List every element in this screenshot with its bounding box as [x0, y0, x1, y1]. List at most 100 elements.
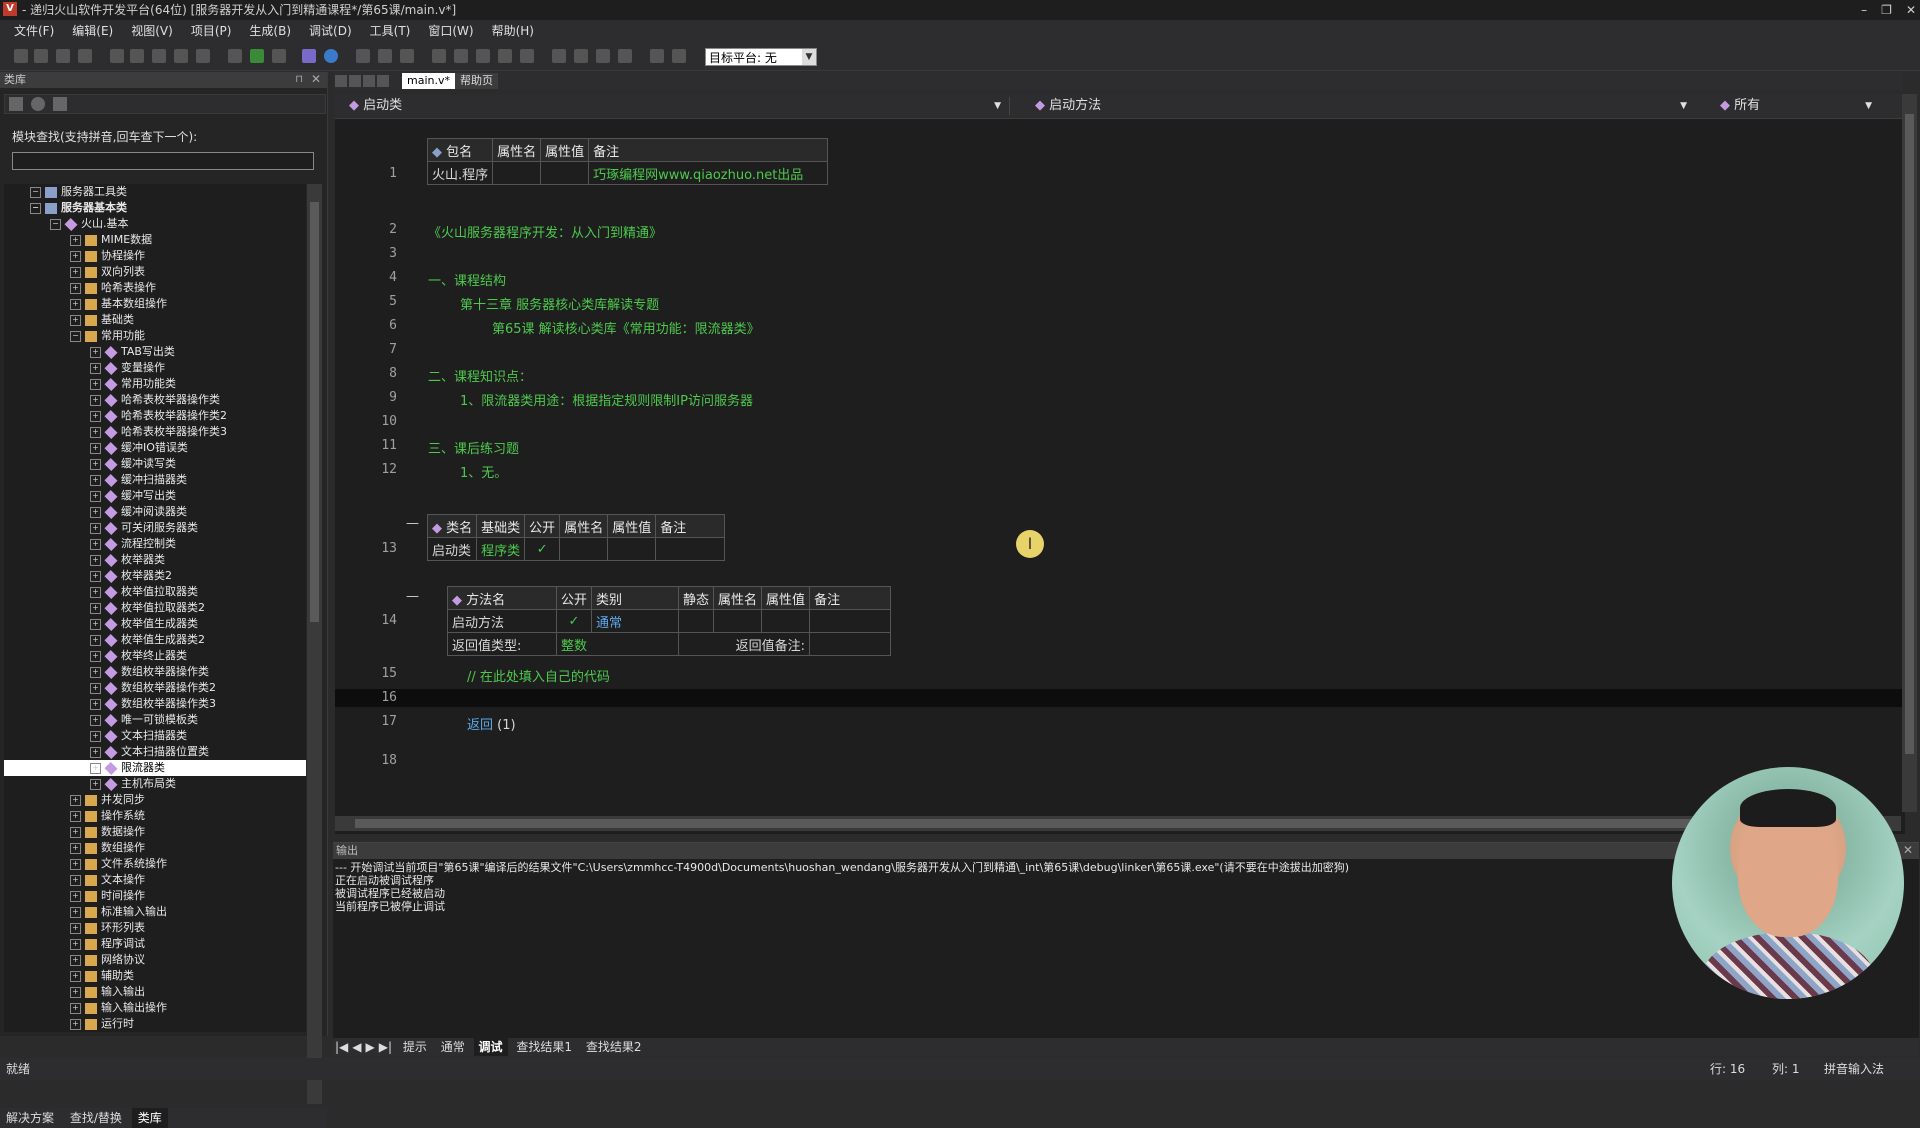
tree-expand-icon[interactable]: + [70, 234, 81, 246]
tree-item[interactable]: + 缓冲写出类 [90, 488, 176, 504]
library-view-icon[interactable] [9, 97, 23, 111]
code-line-12[interactable]: 1、无。 [460, 462, 507, 481]
tree-scrollbar[interactable] [307, 184, 322, 1104]
build-icon[interactable] [552, 49, 566, 63]
editor-hscroll-thumb[interactable] [355, 819, 1875, 828]
tab-help-page[interactable]: 帮助页 [455, 73, 498, 89]
static-cell[interactable] [678, 609, 715, 633]
tree-item[interactable]: + 双向列表 [70, 264, 145, 280]
tree-item[interactable]: + 基础类 [70, 312, 134, 328]
tree-item[interactable]: + TAB写出类 [90, 344, 175, 360]
tree-expand-icon[interactable]: + [70, 826, 81, 838]
tree-expand-icon[interactable]: + [90, 474, 101, 486]
method-selector[interactable]: ◆ 启动方法 ▼ [1035, 97, 1695, 115]
code-line-5[interactable]: 第十三章 服务器核心类库解读专题 [460, 294, 659, 313]
tree-item[interactable]: + 枚举器类 [90, 552, 165, 568]
tree-item[interactable]: + 主机布局类 [90, 776, 176, 792]
copy-icon[interactable] [130, 49, 144, 63]
tree-item[interactable]: + 运行时 [70, 1016, 134, 1032]
public-check[interactable]: ✓ [524, 537, 561, 561]
tree-expand-icon[interactable]: − [70, 330, 81, 342]
undo-icon[interactable] [174, 49, 188, 63]
close-icon[interactable]: ✕ [1906, 0, 1916, 20]
tree-expand-icon[interactable]: + [70, 890, 81, 902]
menu-debug[interactable]: 调试(D) [300, 20, 361, 42]
tree-item[interactable]: + 网络协议 [70, 952, 145, 968]
pin-icon[interactable]: ⊓ [295, 74, 303, 85]
tree-expand-icon[interactable]: + [70, 874, 81, 886]
editor-vscrollbar[interactable] [1902, 94, 1917, 812]
tree-item[interactable]: + 变量操作 [90, 360, 165, 376]
tree-expand-icon[interactable]: + [90, 698, 101, 710]
tab-debug[interactable]: 调试 [473, 1038, 508, 1056]
tree-expand-icon[interactable]: + [90, 746, 101, 758]
code-line-11[interactable]: 三、课后练习题 [428, 438, 519, 457]
tab-close-icon[interactable] [377, 75, 389, 87]
tree-expand-icon[interactable]: + [70, 314, 81, 326]
deploy-icon[interactable] [596, 49, 610, 63]
tree-expand-icon[interactable]: + [90, 762, 101, 774]
tree-expand-icon[interactable]: + [90, 378, 101, 390]
tree-item[interactable]: + 唯一可锁模板类 [90, 712, 198, 728]
chevron-down-icon[interactable]: ▼ [802, 49, 816, 65]
tool-icon[interactable] [454, 49, 468, 63]
paste-icon[interactable] [152, 49, 166, 63]
tree-expand-icon[interactable]: + [90, 506, 101, 518]
tree-item[interactable]: + MIME数据 [70, 232, 152, 248]
note-cell[interactable]: 巧琢编程网www.qiaozhuo.net出品 [588, 161, 829, 185]
tree-expand-icon[interactable]: + [70, 1018, 81, 1030]
tree-item[interactable]: + 枚举器类2 [90, 568, 172, 584]
tree-expand-icon[interactable]: + [90, 346, 101, 358]
back-icon[interactable] [272, 49, 286, 63]
tree-item[interactable]: + 数组操作 [70, 840, 145, 856]
tree-expand-icon[interactable]: + [90, 458, 101, 470]
tab-prev-icon[interactable] [335, 75, 347, 87]
tree-item[interactable]: + 数组枚举器操作类3 [90, 696, 216, 712]
chevron-down-icon[interactable]: ▼ [1865, 97, 1872, 115]
chevron-down-icon[interactable]: ▼ [994, 97, 1001, 115]
tree-expand-icon[interactable]: + [90, 554, 101, 566]
tree-expand-icon[interactable]: + [90, 442, 101, 454]
tree-item[interactable]: + 操作系统 [70, 808, 145, 824]
code-line-15[interactable]: // 在此处填入自己的代码 [467, 666, 610, 685]
tree-item[interactable]: − 火山.基本 [50, 216, 129, 232]
code-line-6[interactable]: 第65课 解读核心类库《常用功能：限流器类》 [492, 318, 760, 337]
link-icon[interactable] [53, 97, 67, 111]
attr-name-cell[interactable] [492, 161, 542, 185]
tree-expand-icon[interactable]: + [90, 490, 101, 502]
tree-item[interactable]: + 流程控制类 [90, 536, 176, 552]
package-name-cell[interactable]: 火山.程序 [426, 161, 494, 185]
class-selector[interactable]: ◆ 启动类 ▼ [349, 97, 1010, 115]
tool2-icon[interactable] [476, 49, 490, 63]
tree-expand-icon[interactable]: + [90, 362, 101, 374]
tab-hints[interactable]: 提示 [398, 1038, 432, 1056]
tree-expand-icon[interactable]: + [90, 778, 101, 790]
attr-name-cell[interactable] [713, 609, 763, 633]
tree-item[interactable]: + 哈希表枚举器操作类3 [90, 424, 227, 440]
tab-main-v[interactable]: main.v* [402, 73, 455, 89]
output-nav-last-icon[interactable]: ▶| [377, 1038, 394, 1056]
tree-expand-icon[interactable]: + [90, 618, 101, 630]
help-icon[interactable] [324, 49, 338, 63]
tree-expand-icon[interactable]: + [70, 810, 81, 822]
minimize-icon[interactable]: – [1861, 0, 1867, 20]
tree-item[interactable]: + 常用功能类 [90, 376, 176, 392]
code-line-17[interactable]: 返回 (1) [467, 714, 516, 733]
code-line-4[interactable]: 一、课程结构 [428, 270, 506, 289]
code-line-2[interactable]: 《火山服务器程序开发：从入门到精通》 [428, 222, 662, 241]
tree-expand-icon[interactable]: + [90, 394, 101, 406]
tree-item[interactable]: + 缓冲扫描器类 [90, 472, 187, 488]
menu-view[interactable]: 视图(V) [122, 20, 182, 42]
tree-expand-icon[interactable]: + [90, 538, 101, 550]
tree-item[interactable]: + 数据操作 [70, 824, 145, 840]
window-icon[interactable] [650, 49, 664, 63]
target-platform-select[interactable]: 目标平台: 无 ▼ [705, 48, 817, 66]
cut-icon[interactable] [110, 49, 124, 63]
tree-item[interactable]: + 输入输出 [70, 984, 145, 1000]
tree-item[interactable]: + 文本扫描器位置类 [90, 744, 209, 760]
tree-expand-icon[interactable]: + [90, 682, 101, 694]
save-icon[interactable] [56, 49, 70, 63]
public-check[interactable]: ✓ [555, 609, 593, 633]
tree-item[interactable]: + 基本数组操作 [70, 296, 167, 312]
output-nav-prev-icon[interactable]: ◀ [350, 1038, 363, 1056]
